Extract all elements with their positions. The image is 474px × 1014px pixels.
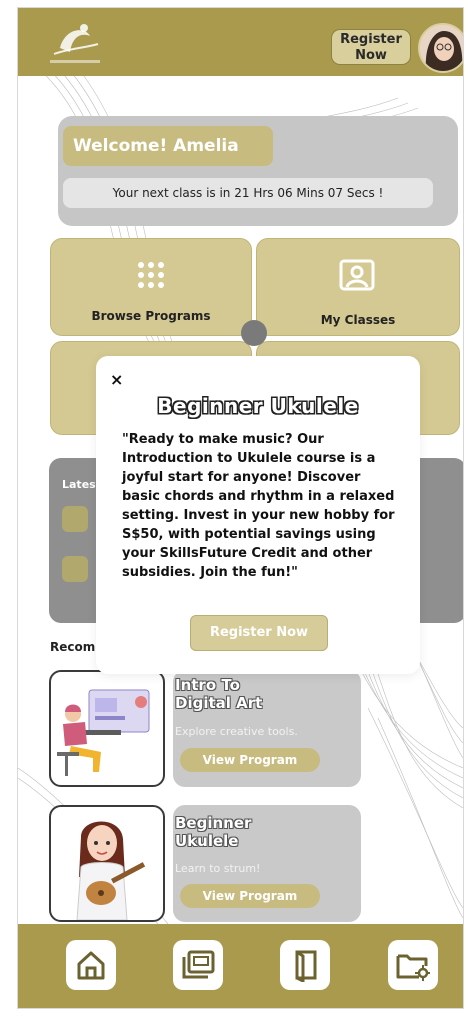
logo [50, 24, 100, 63]
modal-title: Beginner Ukulele [157, 394, 359, 418]
browse-programs-label: Browse Programs [91, 309, 211, 323]
folder-settings-icon [396, 954, 430, 981]
program-title-line2: Ukulele [175, 832, 239, 850]
bell-icon [62, 506, 88, 532]
nav-books[interactable] [280, 940, 330, 990]
program-title-line1: Intro To [175, 676, 240, 694]
top-header: Register Now [18, 8, 463, 76]
user-photo [420, 25, 463, 71]
next-class-countdown: Your next class is in 21 Hrs 06 Mins 07 … [63, 178, 433, 208]
my-classes-tile[interactable]: My Classes [256, 238, 460, 336]
recommended-label: Recom [50, 640, 96, 654]
home-icon [77, 951, 105, 980]
close-icon[interactable]: × [110, 370, 123, 389]
program-subtitle: Learn to strum! [175, 862, 261, 875]
center-knob [241, 320, 267, 346]
welcome-greeting: Welcome! Amelia Tan [63, 126, 273, 196]
nav-folder-settings[interactable] [388, 940, 438, 990]
nav-gallery[interactable] [173, 940, 223, 990]
modal-description: "Ready to make music? Our Introduction t… [122, 432, 395, 580]
nav-home[interactable] [66, 940, 116, 990]
grid-dots-icon [138, 262, 164, 288]
latest-section-right [416, 458, 463, 623]
bottom-navigation [18, 924, 463, 1008]
view-program-button[interactable]: View Program [180, 748, 320, 772]
register-now-button[interactable]: Register Now [331, 29, 411, 65]
digital-art-illustration [49, 670, 165, 787]
browse-programs-tile[interactable]: Browse Programs [50, 238, 252, 336]
program-subtitle: Explore creative tools. [175, 725, 298, 738]
latest-label: Lates [62, 478, 96, 491]
info-icon [62, 556, 88, 582]
profile-card-icon [339, 259, 375, 291]
program-details-modal: × Beginner Ukulele "Ready to make music?… [96, 356, 420, 674]
my-classes-label: My Classes [320, 313, 396, 327]
gallery-icon [182, 950, 215, 979]
view-program-button[interactable]: View Program [180, 884, 320, 908]
modal-register-button[interactable]: Register Now [190, 615, 328, 651]
avatar[interactable] [418, 23, 463, 73]
app-screen: Register Now Welcome! Amelia Tan Your ne… [18, 8, 463, 1008]
program-title-line1: Beginner [175, 814, 252, 832]
book-icon [295, 950, 317, 982]
ukulele-illustration [49, 805, 165, 922]
program-title-line2: Digital Art [175, 694, 263, 712]
